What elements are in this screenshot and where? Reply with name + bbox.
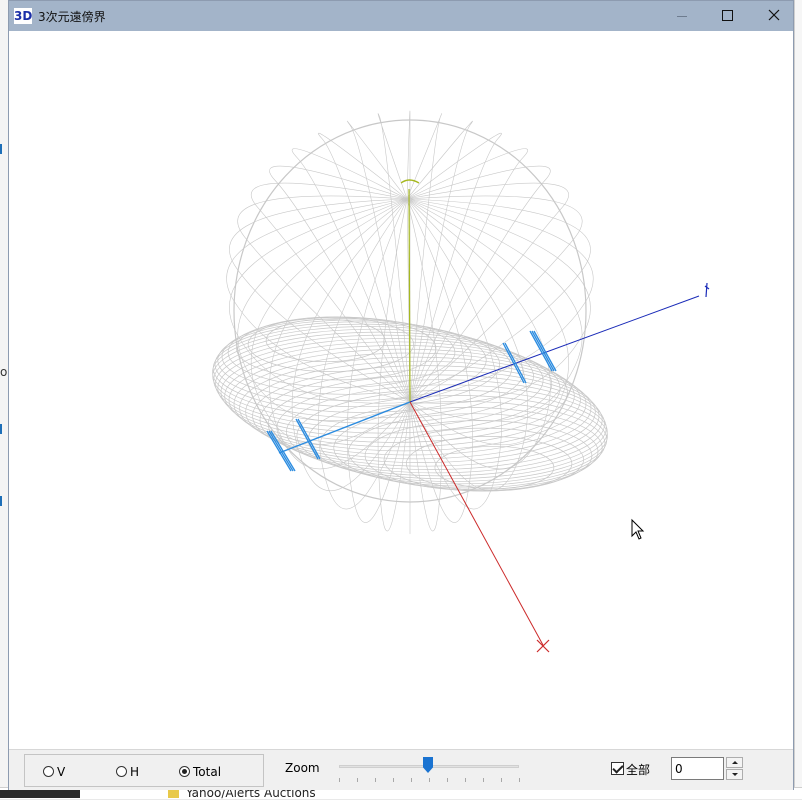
close-button[interactable] [751, 1, 797, 31]
mesh-meridian [251, 182, 411, 403]
slider-tick [465, 778, 466, 782]
axis-tick-marker [502, 342, 525, 384]
polarization-radio-group: V H Total [24, 754, 264, 787]
mesh-meridian [406, 198, 583, 421]
mesh-meridian [406, 198, 594, 403]
mesh-meridian [406, 198, 591, 403]
app-3d-icon: 3D [14, 8, 33, 24]
3d-viewport[interactable] [9, 31, 793, 749]
slider-tick [501, 778, 502, 782]
y-axis-negative-line [278, 401, 411, 454]
radio-v-circle[interactable] [43, 766, 54, 777]
spin-down-button[interactable] [726, 769, 743, 780]
folder-icon [168, 790, 179, 798]
title-bar[interactable]: 3D 3次元遠傍界 [9, 1, 793, 31]
slider-tick [483, 778, 484, 782]
background-fragment: o [0, 365, 7, 379]
mesh-ring [267, 374, 605, 474]
background-dark-strip [0, 790, 80, 798]
number-input[interactable] [671, 757, 724, 780]
slider-tick [357, 778, 358, 782]
background-marker [0, 424, 2, 434]
background-marker [0, 496, 2, 506]
slider-tick [339, 778, 340, 782]
radiation-pattern-scene[interactable] [9, 31, 793, 749]
axis-tick-marker [531, 330, 555, 372]
number-spinner [726, 757, 743, 780]
all-checkbox[interactable] [611, 762, 624, 775]
all-checkbox-label: 全部 [626, 763, 651, 777]
close-icon [768, 9, 780, 21]
mesh-meridian [406, 120, 473, 403]
slider-tick [375, 778, 376, 782]
zoom-label: Zoom [285, 761, 320, 775]
mouse-cursor-icon [631, 518, 645, 540]
mesh-meridian [406, 148, 528, 403]
background-window-right-edge [794, 0, 802, 798]
zoom-slider[interactable] [337, 754, 521, 786]
control-bar: V H Total Zoom 全部 0 [9, 749, 793, 790]
slider-tick [429, 778, 430, 782]
window-title: 3次元遠傍界 [38, 10, 106, 24]
radio-h-circle[interactable] [116, 766, 127, 777]
radio-h-label: H [130, 765, 140, 779]
x-axis-tip [536, 639, 550, 653]
radio-total-label: Total [193, 765, 222, 779]
slider-tick [519, 778, 520, 782]
mesh-meridian [291, 148, 411, 403]
maximize-button[interactable] [705, 1, 751, 31]
minimize-button[interactable] [659, 1, 705, 31]
radio-total-circle[interactable] [179, 766, 190, 777]
radio-v-label: V [57, 765, 66, 779]
y-axis-tip [704, 282, 710, 298]
y-axis-line [409, 295, 700, 403]
spin-up-button[interactable] [726, 757, 743, 768]
mesh-meridian [406, 198, 473, 523]
slider-tick [393, 778, 394, 782]
background-marker [0, 144, 2, 154]
axis-tick-marker [504, 342, 527, 384]
minimize-icon [677, 16, 687, 17]
maximize-icon [722, 10, 733, 21]
slider-tick [447, 778, 448, 782]
zoom-slider-thumb[interactable] [423, 757, 433, 773]
far-field-3d-window: 3D 3次元遠傍界 V H Total Zoom 全部 0 [8, 0, 794, 790]
slider-tick [411, 778, 412, 782]
